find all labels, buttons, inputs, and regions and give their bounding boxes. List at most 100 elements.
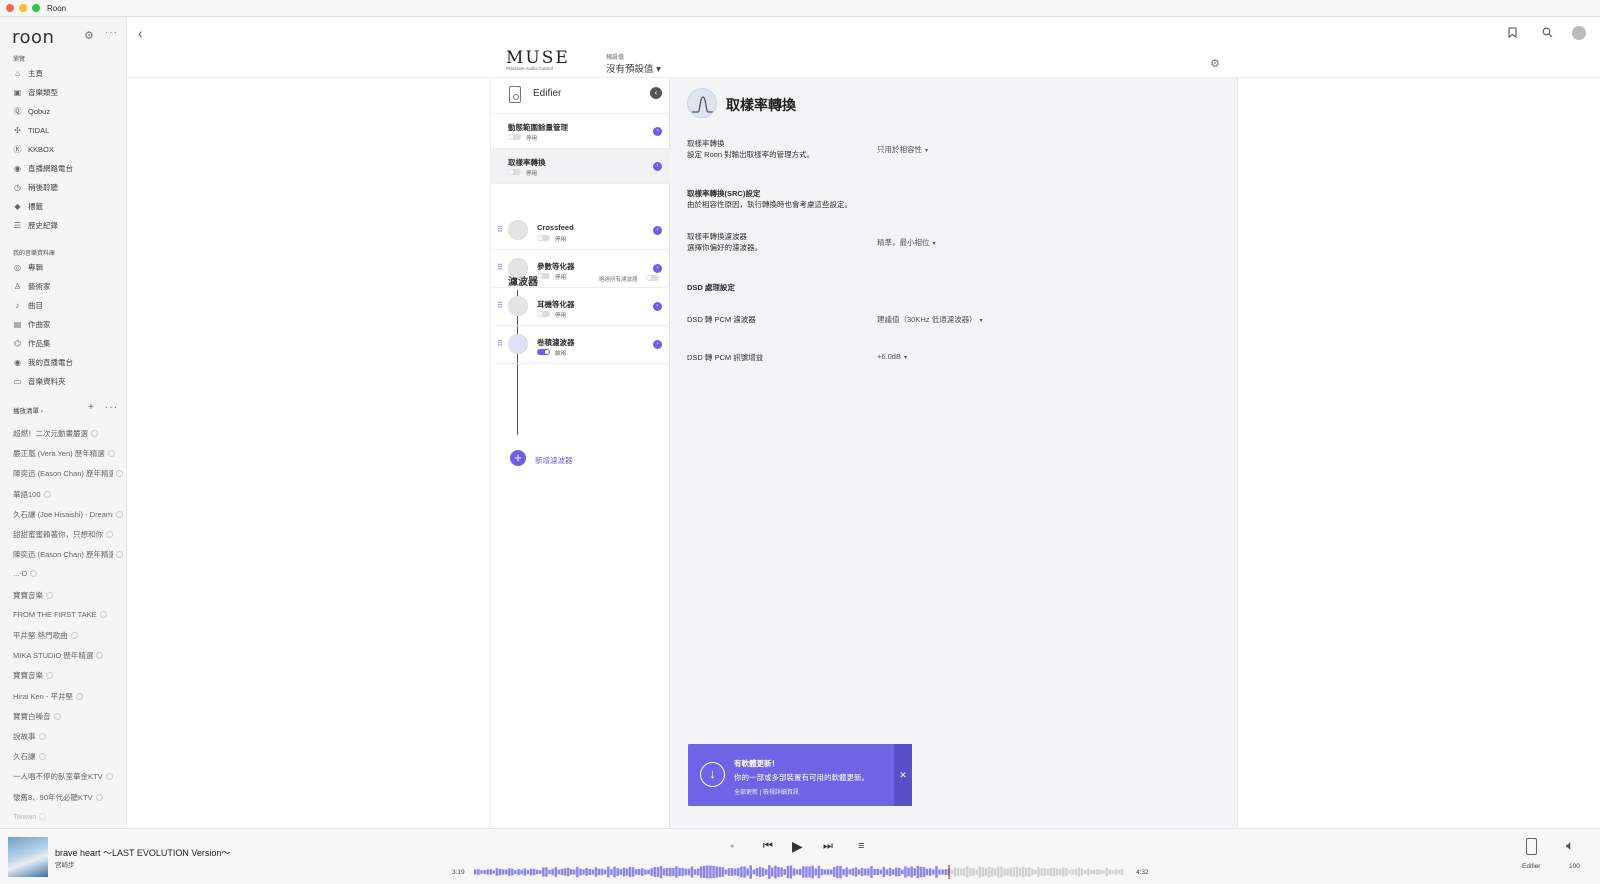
playlist-item[interactable]: Hirai Ken - 平井堅: [13, 691, 123, 702]
filter-item[interactable]: ⠿ 卷積濾波器 啟用 ›: [491, 327, 671, 364]
playlist-item[interactable]: 寶寶音樂: [13, 670, 123, 681]
shuffle-dot-icon[interactable]: ●: [730, 843, 734, 850]
dsd-filter-dropdown[interactable]: 建議值（30KHz 低通濾波器） ▾: [877, 314, 983, 325]
playlist-item[interactable]: 懷舊8、90年代必聽KTV: [13, 792, 123, 803]
volume-icon[interactable]: 🔈︎: [1566, 837, 1574, 854]
filter-item[interactable]: ⠿ Crossfeed 停用 ›: [491, 213, 671, 250]
dsd-gain-dropdown[interactable]: +6.0dB ▾: [877, 352, 907, 361]
sidebar-item[interactable]: ◉ 直播網路電台: [12, 161, 73, 175]
sidebar-item[interactable]: ⌬ 作品集: [12, 336, 51, 350]
sidebar-item[interactable]: ◆ 標籤: [12, 199, 43, 213]
playlist-item[interactable]: 寶寶白噪音: [13, 711, 123, 722]
dsp-item-toggle[interactable]: [508, 169, 521, 175]
software-update-toast[interactable]: ↓ 有軟體更新！ 你的一部或多部裝置有可用的軟體更新。 全部更新 | 檢視詳細資…: [688, 744, 912, 806]
playlist-item[interactable]: 說故事: [13, 731, 123, 742]
playlist-item[interactable]: 甜甜蜜蜜賴著你，只想和你: [13, 529, 123, 540]
playlist-item[interactable]: 寶寶音樂: [13, 590, 123, 601]
playlist-item[interactable]: 嚴正嵐 (Vera Yen) 歷年精選: [13, 448, 123, 459]
muse-settings-gear-icon[interactable]: ⚙: [1210, 57, 1220, 70]
sidebar-item[interactable]: ▣ 音樂類型: [12, 85, 58, 99]
dsp-item[interactable]: 取樣率轉換 停用 ›: [491, 149, 671, 184]
sidebar-item[interactable]: ▭ 音樂資料夾: [12, 374, 66, 388]
add-filter-label[interactable]: 新增濾波器: [535, 455, 573, 466]
drag-handle-icon[interactable]: ⠿: [497, 263, 503, 272]
waveform-seekbar[interactable]: [474, 865, 1124, 879]
sidebar-item[interactable]: ♙ 藝術家: [12, 279, 51, 293]
collapse-panel-button[interactable]: ‹: [650, 87, 662, 99]
playlist-item[interactable]: 華語100: [13, 489, 123, 500]
zone-name[interactable]: Edifier: [1522, 863, 1540, 870]
dsp-item[interactable]: 動態範圍餘量管理 停用 ›: [491, 114, 671, 149]
add-playlist-icon[interactable]: +: [88, 402, 94, 413]
chevron-right-icon[interactable]: ›: [653, 264, 662, 273]
playlist-item[interactable]: 平井堅 熱門歌曲: [13, 630, 123, 641]
add-filter-button[interactable]: +: [510, 450, 526, 466]
waveform-bar: [675, 866, 678, 878]
search-icon[interactable]: [1542, 27, 1553, 41]
sidebar-item[interactable]: ♪ 曲目: [12, 298, 44, 312]
sidebar-item[interactable]: ☰ 歷史紀錄: [12, 218, 58, 232]
playlist-item[interactable]: Taiwan: [13, 812, 123, 821]
minimize-window-button[interactable]: [19, 4, 27, 12]
zoom-window-button[interactable]: [32, 4, 40, 12]
chevron-right-icon[interactable]: ›: [653, 226, 662, 235]
filter-toggle[interactable]: [537, 273, 550, 279]
playlist-item[interactable]: 陳奕迅 (Eason Chan) 歷年精選: [13, 549, 123, 560]
queue-icon[interactable]: ≡: [858, 840, 864, 852]
preset-dropdown[interactable]: 沒有預設值 ▾: [606, 61, 661, 75]
filter-item[interactable]: ⠿ 參數等化器 停用 ›: [491, 251, 671, 288]
dsp-item-toggle[interactable]: [508, 134, 521, 140]
bookmark-icon[interactable]: [1508, 27, 1517, 41]
waveform-bar: [529, 868, 533, 876]
playlist-item[interactable]: 久石讓 (Joe Hisaishi) - Dreams: [13, 509, 123, 520]
sidebar-item[interactable]: Ⓠ Qobuz: [12, 104, 51, 118]
filter-item[interactable]: ⠿ 耳機等化器 停用 ›: [491, 289, 671, 326]
sidebar-item[interactable]: ◉ 我的直播電台: [12, 355, 73, 369]
album-cover[interactable]: [8, 837, 48, 877]
play-icon[interactable]: ▶: [792, 838, 803, 855]
sidebar-item[interactable]: ◷ 稍後聆聽: [12, 180, 58, 194]
sidebar-item[interactable]: ▤ 作曲家: [12, 317, 51, 331]
playlist-item[interactable]: FROM THE FIRST TAKE: [13, 610, 123, 619]
track-title[interactable]: brave heart 〜LAST EVOLUTION Version〜: [55, 846, 230, 859]
playlists-heading[interactable]: 播放清單 ›: [13, 405, 43, 415]
profile-avatar[interactable]: [1572, 26, 1586, 40]
settings-gear-icon[interactable]: ⚙: [84, 29, 94, 42]
chevron-right-icon[interactable]: ›: [653, 302, 662, 311]
sidebar-item[interactable]: Ⓚ KKBOX: [12, 142, 54, 156]
playlist-item[interactable]: 超燃！二次元動畫嚴選: [13, 428, 123, 439]
chevron-right-icon[interactable]: ›: [653, 162, 662, 171]
src-filter-dropdown[interactable]: 精準，最小相位 ▾: [877, 237, 936, 248]
toast-links[interactable]: 全部更新 | 檢視詳細資訊: [734, 787, 799, 796]
playlist-more-icon[interactable]: ···: [105, 402, 118, 413]
playlist-item[interactable]: MIKA STUDIO 歷年精選: [13, 650, 123, 661]
dsp-item-title: 取樣率轉換: [508, 158, 546, 167]
filter-toggle[interactable]: [537, 349, 550, 355]
sidebar-item[interactable]: ◎ 專輯: [12, 260, 43, 274]
back-chevron-icon[interactable]: ‹: [138, 25, 143, 41]
drag-handle-icon[interactable]: ⠿: [497, 339, 503, 348]
sidebar-item[interactable]: ✣ TIDAL: [12, 123, 49, 137]
src-mode-dropdown[interactable]: 只用於相容性 ▾: [877, 144, 928, 155]
chevron-right-icon[interactable]: ›: [653, 340, 662, 349]
zone-speaker-icon[interactable]: [1526, 838, 1537, 855]
playlist-item[interactable]: 陳奕迅 (Eason Chan) 歷年精選: [13, 468, 123, 479]
drag-handle-icon[interactable]: ⠿: [497, 301, 503, 310]
filter-toggle[interactable]: [537, 235, 550, 241]
previous-track-icon[interactable]: ⏮: [763, 840, 773, 853]
drag-handle-icon[interactable]: ⠿: [497, 225, 503, 234]
more-options-icon[interactable]: ···: [105, 27, 118, 38]
close-icon[interactable]: ✕: [894, 744, 912, 806]
track-artist[interactable]: 宮崎步: [55, 859, 75, 869]
waveform-bar: [483, 870, 486, 875]
sidebar-item[interactable]: ⌂ 主頁: [12, 66, 43, 80]
sidebar-item-label: 專輯: [28, 262, 43, 272]
playlist-item[interactable]: ...-D: [13, 569, 123, 578]
close-window-button[interactable]: [6, 4, 14, 12]
chevron-right-icon[interactable]: ›: [653, 127, 662, 136]
playlist-item[interactable]: 一人唱不停的臥室華金KTV: [13, 771, 123, 782]
filter-toggle[interactable]: [537, 311, 550, 317]
waveform-bar: [842, 868, 845, 876]
playlist-item[interactable]: 久石讓: [13, 751, 123, 762]
next-track-icon[interactable]: ⏭: [823, 840, 833, 853]
